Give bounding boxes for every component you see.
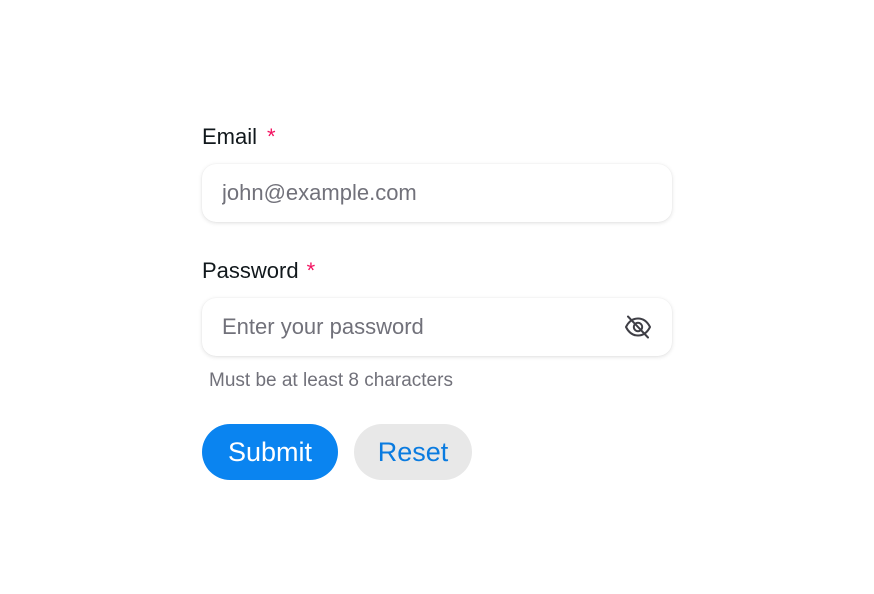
password-field[interactable] xyxy=(202,298,672,356)
email-label-row: Email * xyxy=(202,124,672,154)
email-field-wrapper xyxy=(202,164,672,222)
reset-button[interactable]: Reset xyxy=(354,424,472,480)
email-field[interactable] xyxy=(202,164,672,222)
required-asterisk: * xyxy=(267,124,276,149)
password-label-row: Password * xyxy=(202,258,672,288)
password-field-wrapper xyxy=(202,298,672,356)
email-label: Email xyxy=(202,124,258,149)
form-actions: Submit Reset xyxy=(202,424,672,480)
submit-button[interactable]: Submit xyxy=(202,424,338,480)
password-helper-text: Must be at least 8 characters xyxy=(209,370,453,391)
required-asterisk: * xyxy=(306,258,316,283)
eye-off-icon[interactable] xyxy=(624,314,652,340)
password-label: Password xyxy=(202,258,299,283)
login-form: Email * Password * Must be at least 8 ch… xyxy=(202,124,672,480)
